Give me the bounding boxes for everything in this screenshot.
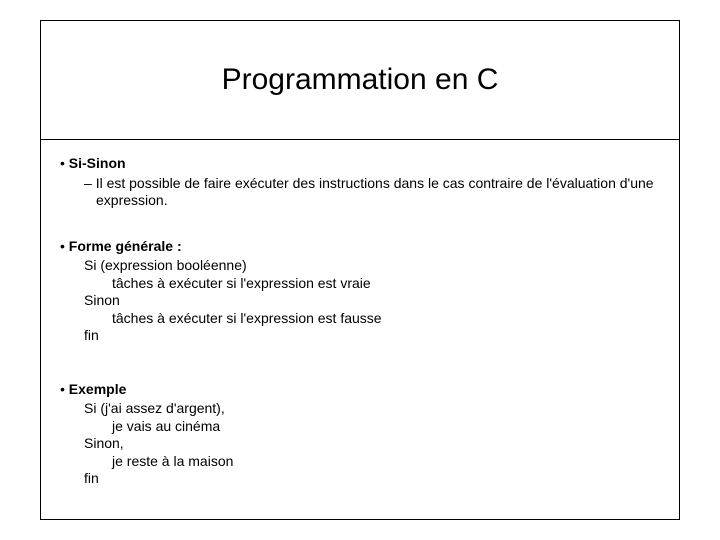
ex-line-3: Sinon, [84,435,670,453]
ex-line-1: Si (j'ai assez d'argent), [84,400,670,418]
fg-line-4: tâches à exécuter si l'expression est fa… [84,310,670,328]
desc-si-sinon: Il est possible de faire exécuter des in… [84,175,670,210]
heading-si-sinon: Si-Sinon [60,155,670,173]
ex-line-2: je vais au cinéma [84,418,670,436]
slide-content: Si-Sinon Il est possible de faire exécut… [60,155,670,492]
fg-line-3: Sinon [84,292,670,310]
ex-line-5: fin [84,470,670,488]
fg-line-1: Si (expression booléenne) [84,257,670,275]
title-box: Programmation en C [40,20,680,140]
fg-line-5: fin [84,327,670,345]
fg-line-2: tâches à exécuter si l'expression est vr… [84,275,670,293]
forme-generale-block: Si (expression booléenne) tâches à exécu… [84,257,670,345]
slide-title: Programmation en C [222,63,499,97]
slide: Programmation en C Si-Sinon Il est possi… [0,0,720,540]
exemple-block: Si (j'ai assez d'argent), je vais au cin… [84,400,670,488]
ex-line-4: je reste à la maison [84,453,670,471]
heading-exemple: Exemple [60,381,670,399]
heading-forme-generale: Forme générale : [60,238,670,256]
